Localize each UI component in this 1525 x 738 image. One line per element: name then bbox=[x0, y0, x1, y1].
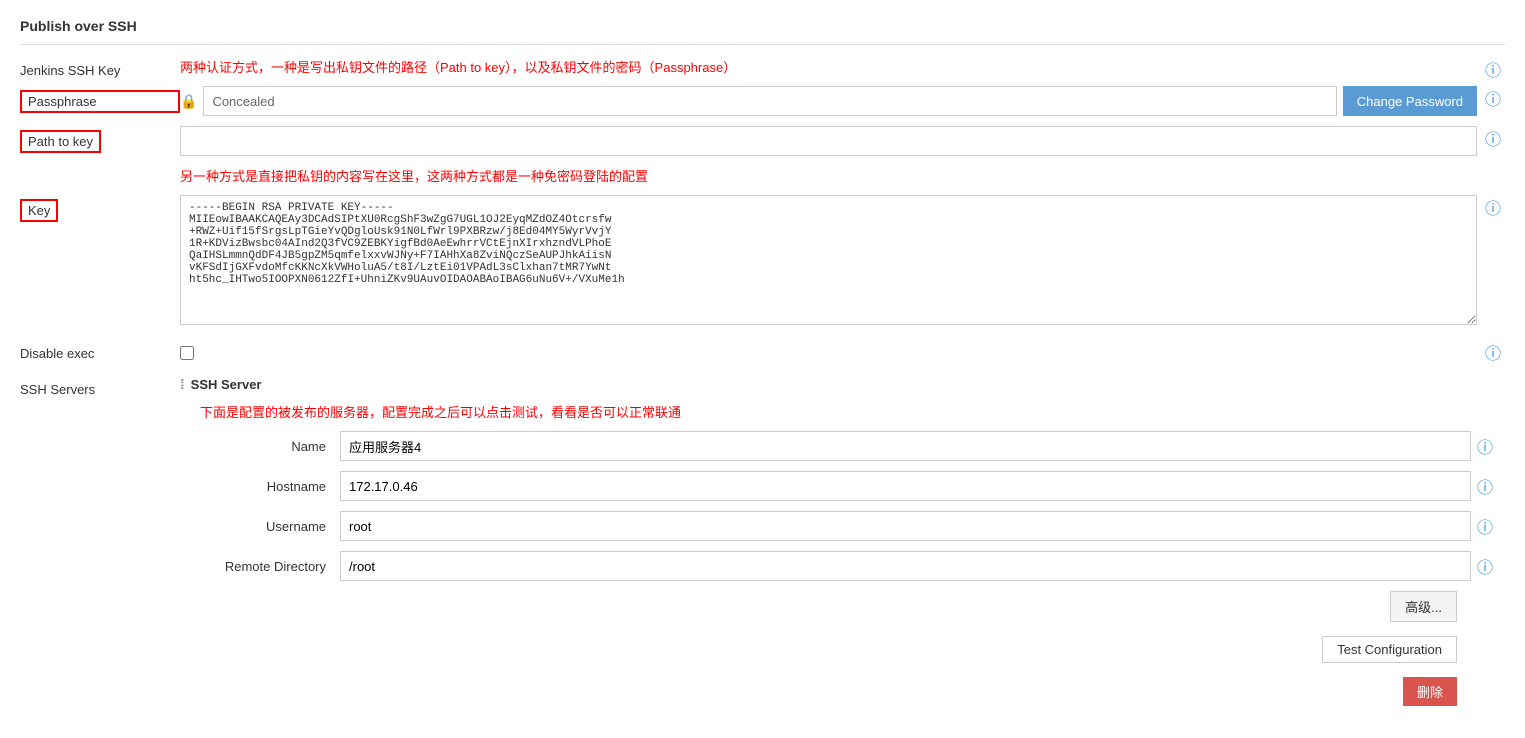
help-icon-remote-dir[interactable]: ⓘ bbox=[1477, 554, 1497, 578]
disable-exec-checkbox[interactable] bbox=[180, 346, 194, 360]
drag-handle[interactable]: ⁞ bbox=[180, 376, 185, 392]
key-label: Key bbox=[20, 199, 58, 222]
test-configuration-button[interactable]: Test Configuration bbox=[1322, 636, 1457, 663]
section-title: Publish over SSH bbox=[20, 10, 1505, 45]
annotation-text-2: 另一种方式是直接把私钥的内容写在这里，这两种方式都是一种免密码登陆的配置 bbox=[180, 166, 1505, 185]
username-input[interactable] bbox=[340, 511, 1471, 541]
help-icon-name[interactable]: ⓘ bbox=[1477, 434, 1497, 458]
help-icon-username[interactable]: ⓘ bbox=[1477, 514, 1497, 538]
ssh-servers-label: SSH Servers bbox=[20, 376, 180, 397]
advanced-button[interactable]: 高级... bbox=[1390, 591, 1457, 622]
help-icon-disable-exec[interactable]: ⓘ bbox=[1485, 340, 1505, 364]
ssh-server-title: SSH Server bbox=[191, 377, 262, 392]
lock-icon: 🔒 bbox=[180, 93, 197, 110]
help-icon-path-to-key[interactable]: ⓘ bbox=[1485, 126, 1505, 150]
name-label: Name bbox=[200, 439, 340, 454]
passphrase-label: Passphrase bbox=[20, 90, 180, 113]
remote-directory-input[interactable] bbox=[340, 551, 1471, 581]
path-to-key-input[interactable] bbox=[180, 126, 1477, 156]
ssh-server-block: ⁞ SSH Server 下面是配置的被发布的服务器，配置完成之后可以点击测试，… bbox=[180, 376, 1497, 712]
help-icon-jenkins-key[interactable]: ⓘ bbox=[1485, 57, 1505, 81]
delete-button[interactable]: 删除 bbox=[1403, 677, 1457, 706]
remote-directory-label: Remote Directory bbox=[200, 559, 340, 574]
path-to-key-label: Path to key bbox=[20, 130, 101, 153]
passphrase-input[interactable] bbox=[203, 86, 1336, 116]
annotation-text-3: 下面是配置的被发布的服务器，配置完成之后可以点击测试，看看是否可以正常联通 bbox=[200, 402, 1497, 421]
username-label: Username bbox=[200, 519, 340, 534]
name-input[interactable] bbox=[340, 431, 1471, 461]
hostname-input[interactable] bbox=[340, 471, 1471, 501]
change-password-button[interactable]: Change Password bbox=[1343, 86, 1477, 116]
annotation-text-1: 两种认证方式，一种是写出私钥文件的路径（Path to key），以及私钥文件的… bbox=[180, 57, 1485, 76]
disable-exec-label: Disable exec bbox=[20, 340, 180, 361]
key-textarea[interactable]: -----BEGIN RSA PRIVATE KEY----- MIIEowIB… bbox=[180, 195, 1477, 325]
help-icon-hostname[interactable]: ⓘ bbox=[1477, 474, 1497, 498]
help-icon-passphrase[interactable]: ⓘ bbox=[1485, 86, 1505, 110]
help-icon-key[interactable]: ⓘ bbox=[1485, 195, 1505, 219]
jenkins-ssh-key-label: Jenkins SSH Key bbox=[20, 57, 180, 78]
hostname-label: Hostname bbox=[200, 479, 340, 494]
